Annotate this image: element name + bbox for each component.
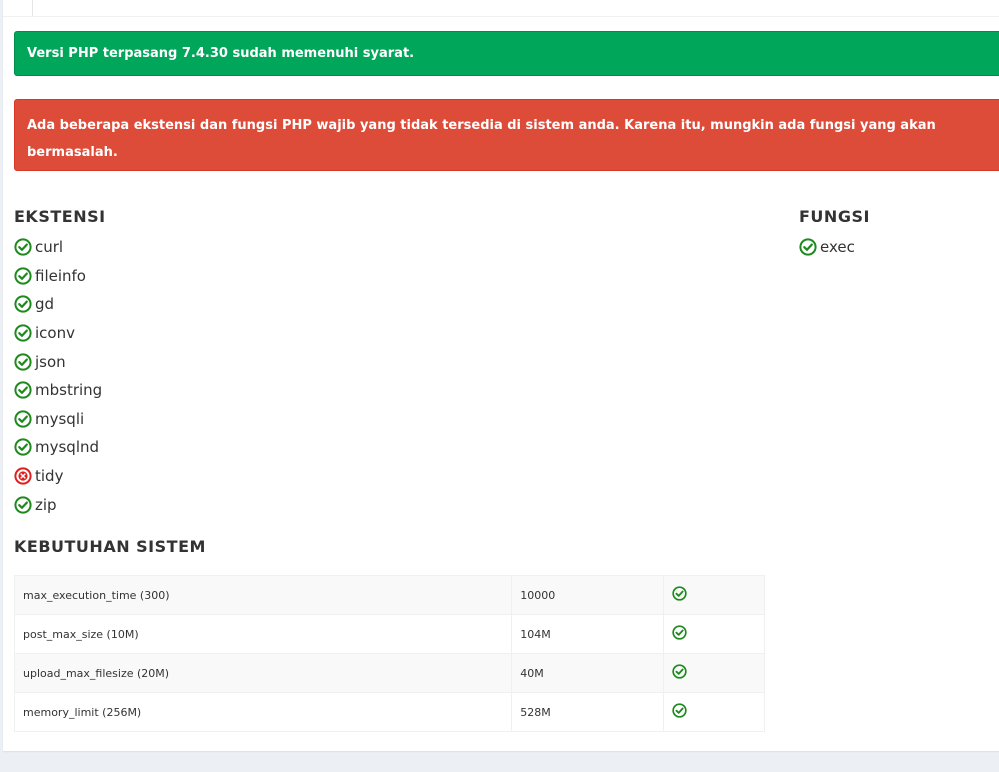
functions-heading: FUNGSI	[799, 207, 870, 226]
extension-item-label: curl	[35, 238, 64, 257]
extension-item-label: zip	[35, 495, 57, 514]
extension-item-mbstring: mbstring	[14, 376, 102, 405]
danger-alert-line-1: Ada beberapa ekstensi dan fungsi PHP waj…	[27, 118, 936, 160]
extension-item-label: tidy	[35, 467, 64, 486]
check-circle-icon	[14, 353, 32, 371]
requirement-status-cell	[663, 653, 765, 693]
extension-item-curl: curl	[14, 233, 102, 262]
requirement-setting-cell: max_execution_time (300)	[14, 575, 513, 615]
function-item-label: exec	[820, 238, 855, 257]
function-item-exec: exec	[799, 233, 855, 262]
extensions-list: curl fileinfo gd iconv json mbstring mysqli mys…	[14, 233, 102, 519]
extension-item-label: mbstring	[35, 381, 103, 400]
extension-item-label: fileinfo	[35, 266, 86, 285]
success-alert-text: Versi PHP terpasang 7.4.30 sudah memenuh…	[27, 46, 415, 61]
system-requirements-heading: KEBUTUHAN SISTEM	[14, 537, 206, 556]
extensions-heading: EKSTENSI	[14, 207, 106, 226]
danger-alert-line-2: Aktifkan ekstensi dan fungsi PHP yang be…	[27, 172, 510, 187]
extension-item-fileinfo: fileinfo	[14, 262, 102, 291]
extension-item-label: gd	[35, 295, 55, 314]
check-circle-icon	[14, 324, 32, 342]
requirement-status-cell	[663, 614, 765, 654]
check-circle-icon	[799, 238, 817, 256]
table-row: memory_limit (256M) 528M	[14, 692, 765, 732]
requirement-setting-cell: upload_max_filesize (20M)	[14, 653, 513, 693]
extension-item-label: mysqlnd	[35, 438, 100, 457]
check-circle-icon	[14, 295, 32, 314]
table-row: post_max_size (10M) 104M	[14, 614, 765, 654]
check-circle-icon	[14, 267, 32, 285]
extension-item-mysqli: mysqli	[14, 405, 102, 434]
check-circle-icon	[14, 238, 32, 256]
php-version-success-alert: Versi PHP terpasang 7.4.30 sudah memenuh…	[14, 31, 999, 76]
times-circle-icon	[14, 467, 32, 485]
requirement-value-cell: 528M	[511, 692, 665, 732]
check-circle-icon	[672, 664, 687, 679]
check-circle-icon	[672, 625, 687, 640]
top-tab-strip	[3, 0, 999, 17]
extension-item-mysqlnd: mysqlnd	[14, 433, 102, 462]
extension-item-label: mysqli	[35, 409, 85, 428]
tab-divider	[32, 0, 33, 16]
content-panel: Versi PHP terpasang 7.4.30 sudah memenuh…	[3, 0, 999, 751]
extension-item-label: json	[35, 352, 66, 371]
extension-item-tidy: tidy	[14, 462, 102, 491]
requirement-value-cell: 40M	[511, 653, 665, 693]
requirement-value-cell: 10000	[511, 575, 665, 615]
check-circle-icon	[14, 410, 32, 428]
check-circle-icon	[672, 703, 687, 718]
extension-item-json: json	[14, 347, 102, 376]
extension-item-label: iconv	[35, 324, 75, 343]
requirement-status-cell	[663, 692, 765, 732]
check-circle-icon	[14, 381, 32, 399]
requirement-setting-cell: post_max_size (10M)	[14, 614, 513, 654]
table-row: max_execution_time (300) 10000	[14, 575, 765, 615]
extension-item-iconv: iconv	[14, 319, 102, 348]
check-circle-icon	[14, 438, 32, 457]
system-requirements-table: max_execution_time (300) 10000 post_max_si…	[14, 575, 765, 732]
check-circle-icon	[672, 586, 687, 601]
functions-list: exec	[799, 233, 855, 262]
table-row: upload_max_filesize (20M) 40M	[14, 653, 765, 693]
requirement-setting-cell: memory_limit (256M)	[14, 692, 513, 732]
requirement-value-cell: 104M	[511, 614, 665, 654]
missing-extensions-danger-alert: Ada beberapa ekstensi dan fungsi PHP waj…	[14, 99, 999, 187]
extension-item-zip: zip	[14, 490, 102, 519]
extension-item-gd: gd	[14, 290, 102, 319]
requirement-status-cell	[663, 575, 765, 615]
check-circle-icon	[14, 496, 32, 514]
